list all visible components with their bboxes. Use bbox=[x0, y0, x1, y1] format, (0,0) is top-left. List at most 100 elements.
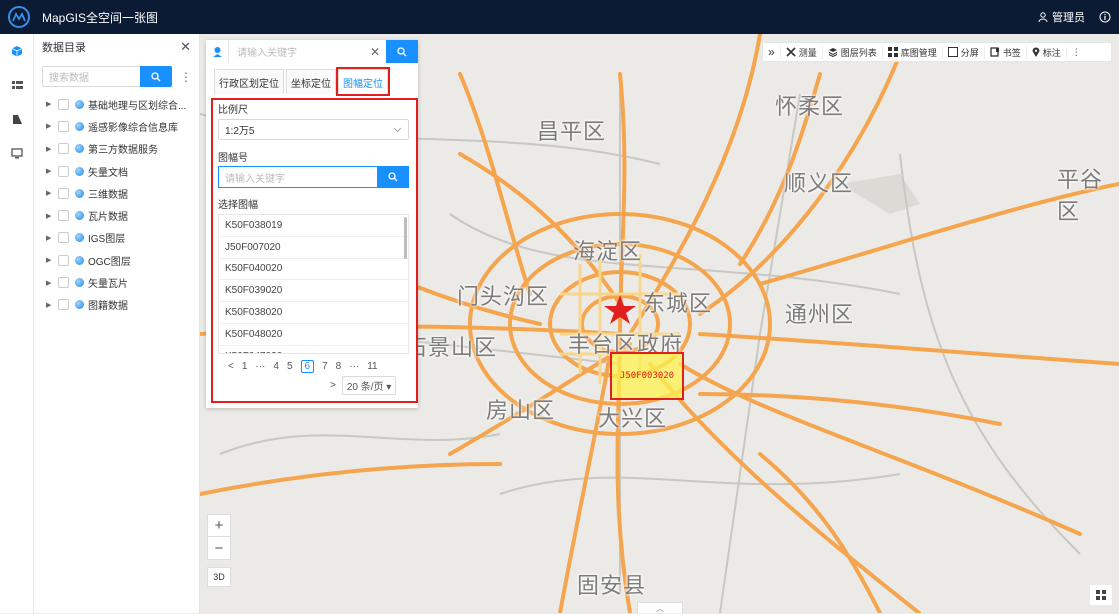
tab-coordinate-location[interactable]: 坐标定位 bbox=[286, 69, 336, 94]
layer-checkbox[interactable] bbox=[58, 254, 69, 266]
caret-right-icon[interactable]: ▶ bbox=[46, 279, 58, 287]
data-catalog-panel: 数据目录 ✕ 搜索数据 ⋮ ▶ 基础地理与区划综合... ▶ 遥感影像综合信息库 ▶ 第三… bbox=[34, 34, 200, 613]
more-options-icon[interactable]: ⋮ bbox=[180, 70, 192, 84]
sheet-search-button[interactable] bbox=[377, 166, 409, 188]
caret-right-icon[interactable]: ▶ bbox=[46, 212, 58, 220]
layer-nav[interactable] bbox=[0, 68, 34, 102]
caret-right-icon[interactable]: ▶ bbox=[46, 167, 58, 175]
page-number[interactable]: 4 bbox=[273, 361, 279, 372]
toolbar-marker-button[interactable]: 标注 bbox=[1025, 45, 1066, 59]
layer-checkbox[interactable] bbox=[58, 165, 69, 177]
page-number[interactable]: 8 bbox=[336, 361, 342, 372]
grid-view-button[interactable] bbox=[1090, 585, 1112, 605]
tab-admin-location[interactable]: 行政区划定位 bbox=[214, 69, 284, 94]
toolbar-measure-button[interactable]: 测量 bbox=[779, 45, 822, 59]
info-icon[interactable] bbox=[1099, 11, 1111, 23]
toolbar-bookmark-button[interactable]: 书签 bbox=[983, 45, 1026, 59]
page-number[interactable]: 11 bbox=[367, 361, 377, 372]
globe-icon bbox=[75, 211, 84, 221]
layer-checkbox[interactable] bbox=[58, 98, 69, 110]
sheet-list-item[interactable]: K50F039020 bbox=[219, 280, 408, 303]
data-catalog-nav[interactable] bbox=[0, 34, 34, 68]
tab-sheet-location[interactable]: 图幅定位 bbox=[336, 67, 390, 96]
clear-icon[interactable]: ✕ bbox=[370, 45, 386, 59]
split-label: 分屏 bbox=[960, 47, 979, 58]
prev-page-button[interactable]: < bbox=[228, 361, 234, 372]
tree-item-label: 三维数据 bbox=[88, 189, 128, 201]
next-page-button[interactable]: > bbox=[330, 380, 336, 391]
basemap-icon bbox=[887, 47, 898, 57]
caret-right-icon[interactable]: ▶ bbox=[46, 189, 58, 197]
toggle-3d-button[interactable]: 3D bbox=[207, 567, 231, 587]
highlighted-map-sheet[interactable]: J50F003020 bbox=[610, 352, 684, 400]
globe-icon bbox=[75, 278, 84, 288]
layer-checkbox[interactable] bbox=[58, 120, 69, 132]
zoom-in-button[interactable]: + bbox=[208, 515, 230, 537]
layer-checkbox[interactable] bbox=[58, 277, 69, 289]
sheet-list-item[interactable]: K50F038020 bbox=[219, 302, 408, 324]
layer-checkbox[interactable] bbox=[58, 143, 69, 155]
sheet-number-label: 图幅号 bbox=[218, 153, 248, 164]
sheet-list-item[interactable]: K50F040020 bbox=[219, 259, 408, 281]
district-label: 石景山区 bbox=[405, 335, 498, 360]
tree-item[interactable]: ▶ 矢量瓦片 bbox=[34, 271, 199, 293]
tree-item[interactable]: ▶ 第三方数据服务 bbox=[34, 138, 199, 160]
search-icon bbox=[151, 71, 161, 81]
tree-item-label: 遥感影像综合信息库 bbox=[88, 122, 178, 134]
sheet-number-input[interactable]: 请输入关键字 bbox=[218, 166, 377, 188]
caret-right-icon[interactable]: ▶ bbox=[46, 256, 58, 264]
layer-checkbox[interactable] bbox=[58, 232, 69, 244]
tree-item[interactable]: ▶ OGC图层 bbox=[34, 249, 199, 271]
close-icon[interactable]: ✕ bbox=[180, 39, 191, 55]
sheet-list-item[interactable]: K50F047020 bbox=[219, 346, 408, 353]
tree-item[interactable]: ▶ 遥感影像综合信息库 bbox=[34, 115, 199, 137]
caret-right-icon[interactable]: ▶ bbox=[46, 100, 58, 108]
layer-checkbox[interactable] bbox=[58, 299, 69, 311]
zoom-control: + − bbox=[207, 514, 231, 560]
sheet-list-scrollbar[interactable] bbox=[404, 217, 407, 259]
sheet-list: K50F038019 J50F007020 K50F040020 K50F039020… bbox=[218, 214, 409, 354]
tree-item[interactable]: ▶ 瓦片数据 bbox=[34, 204, 199, 226]
toolbar-expand-button[interactable]: » bbox=[763, 45, 780, 59]
page-ellipsis[interactable]: ··· bbox=[255, 361, 265, 372]
user-menu[interactable]: 管理员 bbox=[1038, 9, 1085, 25]
caret-right-icon[interactable]: ▶ bbox=[46, 122, 58, 130]
toolbar-more-button[interactable]: ⋮ bbox=[1065, 46, 1086, 58]
caret-right-icon[interactable]: ▶ bbox=[46, 301, 58, 309]
scale-select[interactable]: 1:2万5 bbox=[218, 119, 409, 140]
tree-item-label: 矢量瓦片 bbox=[88, 279, 128, 291]
tree-item[interactable]: ▶ 三维数据 bbox=[34, 182, 199, 204]
page-number[interactable]: 1 bbox=[242, 361, 248, 372]
chevron-down-icon bbox=[393, 127, 402, 132]
page-number[interactable]: 6 bbox=[300, 360, 315, 373]
place-search-input[interactable]: 请输入关键字 bbox=[228, 40, 370, 63]
catalog-search-input[interactable]: 搜索数据 bbox=[42, 66, 140, 87]
zoom-out-button[interactable]: − bbox=[208, 537, 230, 559]
tree-item[interactable]: ▶ 基础地理与区划综合... bbox=[34, 93, 199, 115]
page-number[interactable]: 5 bbox=[287, 361, 293, 372]
toolbar-layer-list-button[interactable]: 图层列表 bbox=[821, 45, 882, 59]
globe-icon bbox=[75, 188, 84, 198]
scale-value: 1:2万5 bbox=[225, 126, 255, 137]
sheet-list-item[interactable]: K50F048020 bbox=[219, 324, 408, 346]
page-number[interactable]: 7 bbox=[322, 361, 328, 372]
layer-checkbox[interactable] bbox=[58, 187, 69, 199]
screen-nav[interactable] bbox=[0, 136, 34, 170]
place-search-button[interactable] bbox=[386, 40, 418, 63]
page-size-select[interactable]: 20 条/页 ▾ bbox=[341, 376, 397, 395]
sheet-list-item[interactable]: J50F007020 bbox=[219, 237, 408, 259]
toolbar-split-button[interactable]: 分屏 bbox=[941, 45, 984, 59]
page-ellipsis[interactable]: ··· bbox=[349, 361, 359, 372]
tree-item[interactable]: ▶ 图籍数据 bbox=[34, 294, 199, 316]
caret-right-icon[interactable]: ▶ bbox=[46, 145, 58, 153]
bottom-panel-toggle[interactable]: ︿ bbox=[637, 602, 683, 613]
toolbar-basemap-button[interactable]: 底图管理 bbox=[881, 45, 942, 59]
layer-checkbox[interactable] bbox=[58, 210, 69, 222]
sheet-list-item[interactable]: K50F038019 bbox=[219, 215, 408, 237]
caret-right-icon[interactable]: ▶ bbox=[46, 234, 58, 242]
analysis-nav[interactable] bbox=[0, 102, 34, 136]
tree-item[interactable]: ▶ IGS图层 bbox=[34, 227, 199, 249]
tree-item[interactable]: ▶ 矢量文档 bbox=[34, 160, 199, 182]
catalog-search-button[interactable] bbox=[140, 66, 172, 87]
left-icon-bar bbox=[0, 34, 34, 613]
